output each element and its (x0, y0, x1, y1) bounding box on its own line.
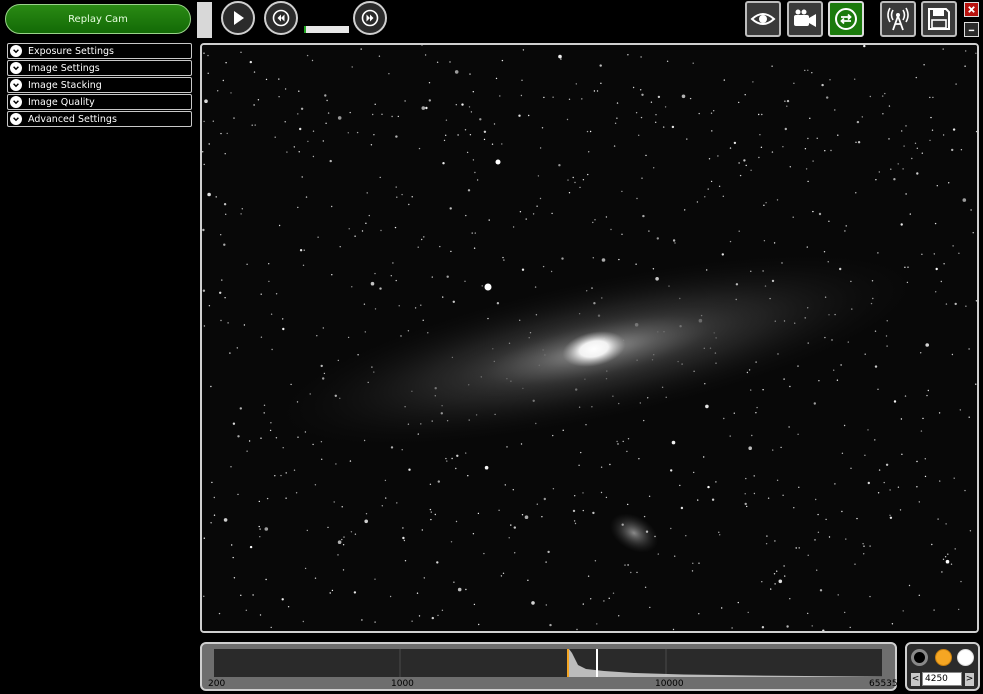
broadcast-button[interactable] (880, 1, 916, 37)
section-label: Image Quality (28, 96, 95, 108)
black-point-dot[interactable] (911, 649, 928, 666)
white-point-dot[interactable] (957, 649, 974, 666)
fast-forward-icon (361, 9, 379, 27)
stretch-decrease-button[interactable]: < (911, 673, 920, 686)
close-button[interactable] (964, 2, 979, 17)
stretch-increase-button[interactable]: > (965, 673, 974, 686)
stretch-panel: < > (905, 642, 980, 691)
section-label: Image Stacking (28, 79, 102, 91)
broadcast-icon (887, 7, 909, 31)
camera-image-viewer[interactable] (200, 43, 979, 633)
histogram-tick-label: 10000 (655, 679, 684, 689)
loop-button[interactable] (828, 1, 864, 37)
chevron-down-icon (10, 62, 22, 74)
section-label: Image Settings (28, 62, 100, 74)
stretch-value-input[interactable] (922, 672, 962, 686)
settings-list: Exposure Settings Image Settings Image S… (7, 43, 192, 128)
speed-slider-fill (304, 26, 307, 33)
rewind-button[interactable] (264, 1, 298, 35)
image-settings-section[interactable]: Image Settings (7, 60, 192, 76)
play-icon (234, 11, 244, 25)
section-label: Advanced Settings (28, 113, 117, 125)
minimize-icon (968, 29, 975, 32)
close-icon (968, 6, 975, 13)
repeat-icon (835, 8, 857, 30)
save-button[interactable] (921, 1, 957, 37)
playback-speed-slider[interactable] (304, 26, 349, 33)
minimize-button[interactable] (964, 22, 979, 37)
image-quality-section[interactable]: Image Quality (7, 94, 192, 110)
video-camera-icon (794, 9, 816, 27)
play-button[interactable] (221, 1, 255, 35)
chevron-down-icon (10, 79, 22, 91)
mid-point-dot[interactable] (935, 649, 952, 666)
histogram-tick-label: 65535 (869, 679, 898, 689)
chevron-down-icon (10, 96, 22, 108)
section-label: Exposure Settings (28, 45, 114, 57)
histogram-plot[interactable] (214, 649, 882, 677)
frame-scrub-bar[interactable] (197, 2, 212, 38)
histogram-tick-label: 1000 (391, 679, 414, 689)
exposure-settings-section[interactable]: Exposure Settings (7, 43, 192, 59)
rewind-icon (272, 9, 290, 27)
histogram-panel[interactable]: 200 1000 10000 65535 (200, 642, 898, 691)
advanced-settings-section[interactable]: Advanced Settings (7, 111, 192, 127)
histogram-tick-label: 200 (208, 679, 226, 689)
fast-forward-button[interactable] (353, 1, 387, 35)
eye-icon (750, 13, 776, 25)
chevron-down-icon (10, 45, 22, 57)
save-icon (928, 8, 950, 30)
view-button[interactable] (745, 1, 781, 37)
chevron-down-icon (10, 113, 22, 125)
galaxy-image (202, 45, 977, 631)
camera-button[interactable] (787, 1, 823, 37)
replay-cam-button[interactable]: Replay Cam (5, 4, 191, 34)
image-stacking-section[interactable]: Image Stacking (7, 77, 192, 93)
